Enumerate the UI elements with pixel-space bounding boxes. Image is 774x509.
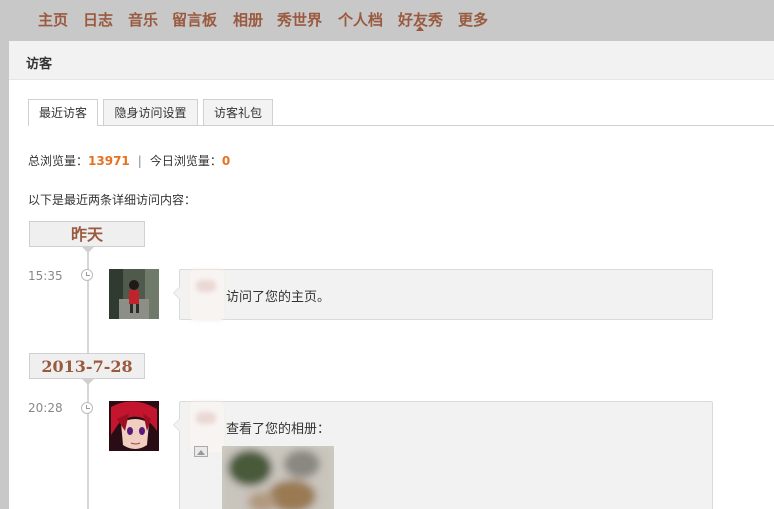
visit-time: 20:28	[28, 401, 63, 415]
date-badge: 昨天	[29, 221, 145, 247]
clock-icon	[81, 402, 93, 414]
visit-stats: 总浏览量：13971 | 今日浏览量：0	[28, 152, 230, 169]
nav-item-more[interactable]: 更多	[458, 9, 488, 30]
avatar[interactable]	[109, 269, 159, 319]
visitor-name-blurred[interactable]	[190, 270, 224, 320]
date-badge-arrow-icon	[82, 379, 94, 385]
avatar-photo-icon	[109, 269, 159, 319]
visit-action-text: 查看了您的相册：	[226, 422, 331, 437]
visitor-panel: 访客 最近访客 隐身访问设置 访客礼包 总浏览量：13971 | 今日浏览量：0 以…	[9, 41, 774, 509]
visit-time: 15:35	[28, 269, 63, 283]
clock-icon	[81, 269, 93, 281]
total-views-label: 总浏览量：	[28, 154, 89, 168]
intro-text: 以下是最近两条详细访问内容：	[28, 193, 197, 207]
visit-bubble: 查看了您的相册：	[173, 401, 713, 509]
date-badge-arrow-icon	[82, 247, 94, 253]
stats-separator: |	[137, 154, 142, 168]
photo-blurred-icon	[222, 446, 334, 509]
date-badge: 2013-7-28	[29, 353, 145, 379]
nav-item-profile[interactable]: 个人档	[338, 9, 383, 30]
tab-visitor-gift[interactable]: 访客礼包	[203, 99, 273, 125]
total-views-value: 13971	[88, 154, 130, 168]
visitor-name-blurred[interactable]	[190, 402, 224, 452]
avatar[interactable]	[109, 401, 159, 451]
avatar-anime-icon	[109, 401, 159, 451]
visit-action-text: 访问了您的主页。	[226, 290, 331, 305]
album-photo-thumbnail[interactable]	[222, 446, 334, 509]
active-nav-caret-icon	[416, 26, 424, 31]
today-views-value: 0	[221, 154, 231, 168]
nav-item-home[interactable]: 主页	[38, 9, 68, 30]
bubble-pointer-inner	[174, 418, 181, 432]
nav-item-guestbook[interactable]: 留言板	[172, 9, 217, 30]
page-title: 访客	[26, 57, 53, 72]
panel-header: 访客	[9, 41, 774, 80]
nav-item-album[interactable]: 相册	[233, 9, 263, 30]
nav-item-music[interactable]: 音乐	[128, 9, 158, 30]
top-nav: 主页 日志 音乐 留言板 相册 秀世界 个人档 好友秀 更多	[0, 0, 774, 40]
today-views-label: 今日浏览量：	[149, 154, 222, 168]
nav-item-show-world[interactable]: 秀世界	[277, 9, 322, 30]
image-icon	[194, 446, 208, 457]
tab-recent-visitors[interactable]: 最近访客	[28, 99, 98, 126]
visit-bubble: 访问了您的主页。	[173, 269, 713, 320]
bubble-pointer-inner	[174, 286, 181, 300]
nav-item-blog[interactable]: 日志	[83, 9, 113, 30]
tab-invisible-settings[interactable]: 隐身访问设置	[103, 99, 198, 125]
